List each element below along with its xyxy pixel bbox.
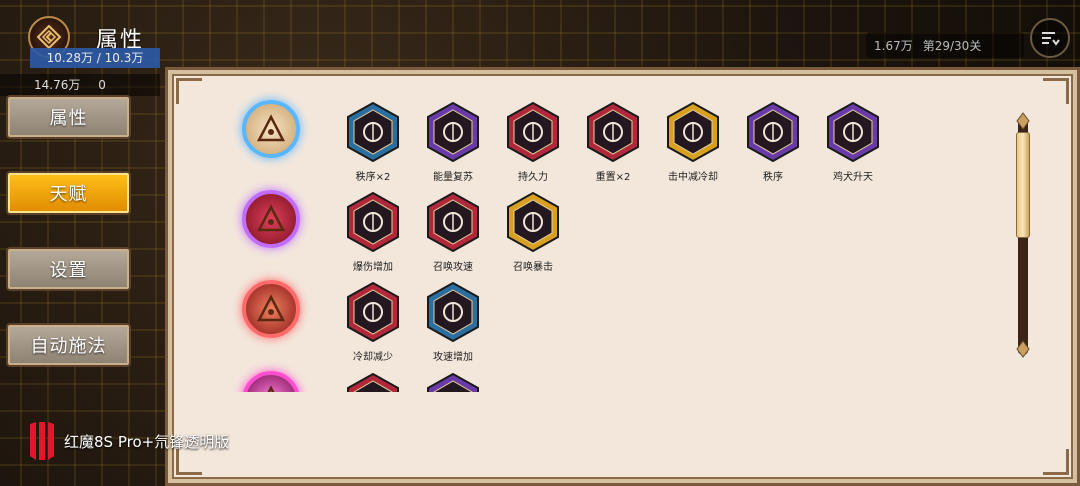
talent-label: 重置×2 (595, 172, 631, 183)
talent-label: 攻速增加 (433, 352, 473, 363)
scrollbar-thumb[interactable] (1016, 132, 1030, 238)
panel-corner (1043, 449, 1069, 475)
hp-bar-value: 10.28万 / 10.3万 (30, 48, 160, 68)
talent-node[interactable]: 召唤攻速 (418, 191, 488, 274)
talent-label: 击中减冷却 (668, 172, 718, 183)
talent-node[interactable]: 击中减冷却 (658, 101, 728, 184)
talent-node[interactable]: 爆伤增加 (338, 191, 408, 274)
talent-panel: 秩序×2 能量复苏 持久力 重置×2 击中减冷却 秩序 鸡犬升天爆伤增加 召唤攻速 召唤暴击冷却… (165, 67, 1080, 486)
energy-icon (427, 372, 479, 392)
talent-label: 冷却减少 (353, 352, 393, 363)
flame-icon (507, 101, 559, 163)
talent-node[interactable]: 持久力 (498, 101, 568, 184)
tab-auto-cast[interactable]: 自动施法 (6, 323, 131, 367)
attack-value: 14.76万 0 (0, 74, 160, 96)
scroll-cap-top-icon (1016, 112, 1030, 130)
attack-value-text: 14.76万 (34, 78, 81, 92)
scales-icon (347, 101, 399, 163)
magic-orb-icon[interactable] (242, 371, 300, 392)
scales-emblem-icon[interactable] (242, 100, 300, 158)
reset-icon (587, 101, 639, 163)
scales-icon (747, 101, 799, 163)
scroll-cap-bottom-icon (1016, 340, 1030, 358)
menu-button[interactable] (1030, 18, 1070, 58)
talent-node[interactable]: 攻速增加 (418, 281, 488, 364)
clock-icon (667, 101, 719, 163)
stage-value: 第29/30关 (922, 38, 982, 53)
red-magic-logo-icon (30, 422, 54, 460)
sword-speed-icon (427, 191, 479, 253)
clock-icon (347, 281, 399, 343)
talent-node[interactable]: 秩序 (738, 101, 808, 184)
burst-icon (347, 372, 399, 392)
attack-extra-text: 0 (98, 78, 106, 92)
talent-node[interactable]: 召唤暴击 (498, 191, 568, 274)
talent-label: 召唤暴击 (513, 262, 553, 273)
talent-label: 秩序×2 (355, 172, 391, 183)
talent-list[interactable]: 秩序×2 能量复苏 持久力 重置×2 击中减冷却 秩序 鸡犬升天爆伤增加 召唤攻速 召唤暴击冷却… (168, 70, 1080, 392)
wolf-icon (827, 101, 879, 163)
sword-speed-icon (427, 281, 479, 343)
talent-label: 鸡犬升天 (833, 172, 873, 183)
talent-node[interactable] (418, 372, 488, 392)
star-sword-icon (507, 191, 559, 253)
summon-army-icon[interactable] (242, 190, 300, 248)
resource-bar: 1.67万 第29/30关 (866, 32, 1024, 58)
talent-node[interactable]: 重置×2 (578, 101, 648, 184)
talent-node[interactable] (338, 372, 408, 392)
talent-label: 召唤攻速 (433, 262, 473, 273)
talent-label: 持久力 (518, 172, 548, 183)
menu-icon (1042, 32, 1060, 46)
burst-icon (347, 191, 399, 253)
tab-talents[interactable]: 天赋 (6, 171, 131, 215)
talent-label: 能量复苏 (433, 172, 473, 183)
talent-label: 秩序 (763, 172, 783, 183)
talent-label: 爆伤增加 (353, 262, 393, 273)
talent-node[interactable]: 能量复苏 (418, 101, 488, 184)
energy-icon (427, 101, 479, 163)
device-watermark: 红魔8S Pro+氘锋透明版 (26, 420, 229, 462)
talent-node[interactable]: 秩序×2 (338, 101, 408, 184)
fire-blade-icon[interactable] (242, 280, 300, 338)
talent-node[interactable]: 鸡犬升天 (818, 101, 888, 184)
tab-settings[interactable]: 设置 (6, 247, 131, 291)
watermark-text: 红魔8S Pro+氘锋透明版 (64, 432, 230, 451)
back-arrow-icon (36, 24, 62, 50)
tab-attributes[interactable]: 属性 (6, 95, 131, 139)
coin-value: 1.67万 (874, 38, 913, 53)
talent-node[interactable]: 冷却减少 (338, 281, 408, 364)
